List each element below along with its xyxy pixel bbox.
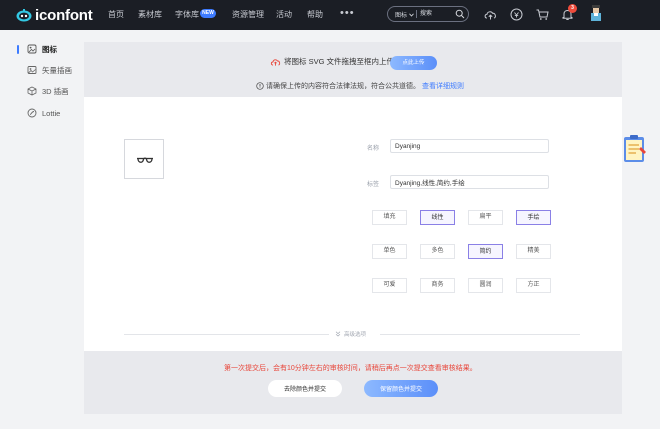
icon-preview xyxy=(124,139,164,179)
info-icon xyxy=(256,82,264,90)
logo-icon xyxy=(16,9,32,22)
tag-square[interactable]: 方正 xyxy=(516,278,551,293)
tag-exquisite[interactable]: 精美 xyxy=(516,244,551,259)
search-input[interactable] xyxy=(420,9,454,19)
nav-home[interactable]: 首页 xyxy=(108,9,124,20)
upload-cloud-icon[interactable] xyxy=(483,7,498,22)
tag-business[interactable]: 商务 xyxy=(420,278,455,293)
tags-input[interactable] xyxy=(390,175,549,189)
double-chevron-down-icon xyxy=(335,331,341,337)
nav-events[interactable]: 活动 xyxy=(276,9,292,20)
chevron-down-icon xyxy=(409,13,414,17)
upload-prompt-text: 将图标 SVG 文件拖拽至框内上传 xyxy=(284,57,395,66)
tag-flat[interactable]: 扁平 xyxy=(468,210,503,225)
avatar[interactable] xyxy=(588,5,604,23)
notice-text: 请确保上传的内容符合法律法规，符合公共道德。 xyxy=(266,83,420,90)
tag-handdrawn[interactable]: 手绘 xyxy=(516,210,551,225)
upload-panel: 将图标 SVG 文件拖拽至框内上传 点此上传 请确保上传的内容符合法律法规，符合… xyxy=(84,42,622,414)
name-input[interactable] xyxy=(390,139,549,153)
advanced-options-label: 高级选项 xyxy=(344,332,367,338)
upload-cloud-icon xyxy=(270,59,281,66)
tags-label: 标签 xyxy=(367,182,380,188)
search-bar: 图标 xyxy=(387,6,469,22)
clipboard-helper-icon[interactable] xyxy=(622,133,648,165)
rules-link[interactable]: 查看详细规则 xyxy=(422,81,464,91)
sidebar-item-label: 矢量插画 xyxy=(42,65,72,75)
notification-count-badge: 3 xyxy=(568,4,577,13)
cart-icon[interactable] xyxy=(535,7,550,22)
sidebar-item-vector-illustrations[interactable]: 矢量插画 xyxy=(17,63,72,77)
icon-grid-icon xyxy=(27,44,37,54)
sidebar-item-label: 图标 xyxy=(42,44,57,54)
review-warning: 第一次提交后，会有10分钟左右的审核时间，请稍后再点一次提交查看审核结果。 xyxy=(224,365,477,372)
top-nav-bar: iconfont 首页 素材库 字体库 NEW 资源管理 活动 帮助 ••• 图… xyxy=(0,0,660,30)
sidebar-item-icons[interactable]: 图标 xyxy=(17,42,57,56)
divider xyxy=(380,334,580,335)
upload-notice: 请确保上传的内容符合法律法规，符合公共道德。 查看详细规则 xyxy=(256,81,464,91)
nav-fonts[interactable]: 字体库 xyxy=(175,9,199,20)
tag-multicolor[interactable]: 多色 xyxy=(420,244,455,259)
nav-help[interactable]: 帮助 xyxy=(307,9,323,20)
coin-icon[interactable] xyxy=(509,7,524,22)
advanced-options-toggle[interactable]: 高级选项 xyxy=(335,330,366,338)
nav-resources[interactable]: 资源管理 xyxy=(232,9,264,20)
logo-text: iconfont xyxy=(35,6,93,24)
tag-linear[interactable]: 线性 xyxy=(420,210,455,225)
search-divider xyxy=(416,10,417,18)
sidebar-item-lottie[interactable]: Lottie xyxy=(17,106,60,120)
more-menu[interactable]: ••• xyxy=(340,7,355,19)
image-icon xyxy=(27,66,37,74)
tag-fill[interactable]: 填充 xyxy=(372,210,407,225)
tag-cute[interactable]: 可爱 xyxy=(372,278,407,293)
logo[interactable]: iconfont xyxy=(16,6,93,24)
sidebar-item-3d-illustrations[interactable]: 3D 插画 xyxy=(17,84,69,98)
nav-materials[interactable]: 素材库 xyxy=(138,9,162,20)
submit-section: 第一次提交后，会有10分钟左右的审核时间，请稍后再点一次提交查看审核结果。 去除… xyxy=(84,351,622,414)
keep-color-submit-button[interactable]: 保留颜色并提交 xyxy=(364,380,438,397)
tag-mono[interactable]: 单色 xyxy=(372,244,407,259)
sidebar-item-label: 3D 插画 xyxy=(42,86,69,96)
search-type-label: 图标 xyxy=(395,13,408,19)
tag-rounded[interactable]: 圆润 xyxy=(468,278,503,293)
lottie-icon xyxy=(27,108,37,118)
tag-simple[interactable]: 简约 xyxy=(468,244,503,259)
glasses-icon xyxy=(137,157,153,163)
name-label: 名称 xyxy=(367,146,380,152)
strip-color-submit-button[interactable]: 去除颜色并提交 xyxy=(268,380,342,397)
upload-prompt-row: 将图标 SVG 文件拖拽至框内上传 xyxy=(270,56,394,67)
upload-dropzone[interactable]: 将图标 SVG 文件拖拽至框内上传 点此上传 请确保上传的内容符合法律法规，符合… xyxy=(84,42,622,97)
new-badge: NEW xyxy=(200,9,216,18)
search-icon[interactable] xyxy=(455,9,465,19)
sidebar-item-label: Lottie xyxy=(42,108,61,118)
upload-button[interactable]: 点此上传 xyxy=(390,56,437,70)
cube-icon xyxy=(27,86,37,96)
search-type-select[interactable]: 图标 xyxy=(395,10,414,19)
divider xyxy=(124,334,329,335)
